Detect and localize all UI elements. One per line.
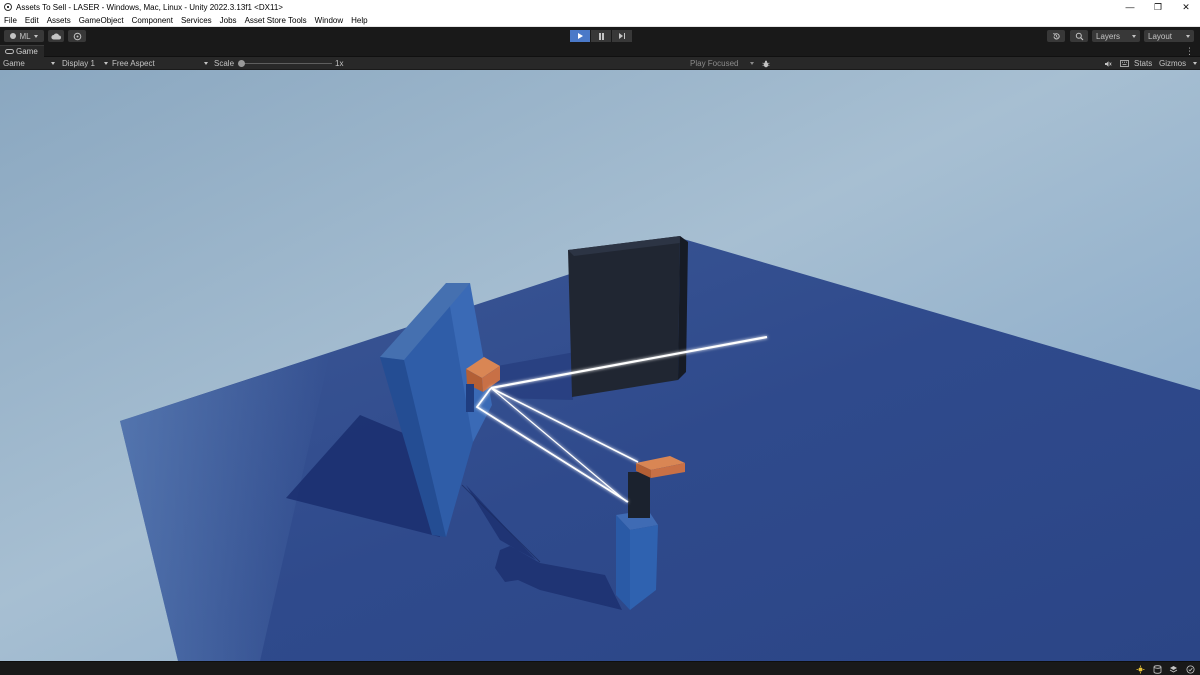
chevron-down-icon [1186, 34, 1190, 38]
gamepad-icon [5, 49, 14, 54]
account-icon [10, 33, 17, 39]
main-toolbar: ML Layers Layout [0, 27, 1200, 45]
display-label: Display 1 [62, 59, 95, 68]
game-tab-header: Game ⋮ [0, 45, 1200, 57]
gizmos-dropdown[interactable]: Gizmos [1159, 57, 1197, 70]
layers-label: Layers [1096, 31, 1121, 41]
cloud-icon [51, 32, 61, 39]
stats-button[interactable]: Stats [1134, 57, 1152, 70]
view-mode-label: Game [3, 59, 25, 68]
keyboard-icon [1119, 60, 1129, 67]
chevron-down-icon [750, 62, 754, 65]
search-icon [1075, 32, 1083, 40]
menu-jobs[interactable]: Jobs [216, 14, 241, 27]
play-mode-dropdown[interactable]: Play Focused [690, 57, 754, 70]
scale-slider-handle[interactable] [238, 60, 245, 67]
game-viewport[interactable] [0, 70, 1200, 661]
menu-gameobject[interactable]: GameObject [75, 14, 128, 27]
menu-window[interactable]: Window [311, 14, 347, 27]
menu-assets[interactable]: Assets [43, 14, 75, 27]
debug-bug-button[interactable] [760, 57, 772, 70]
bug-icon [762, 60, 770, 67]
scale-value: 1x [335, 59, 344, 68]
account-label: ML [19, 31, 31, 41]
menu-services[interactable]: Services [177, 14, 216, 27]
view-mode-dropdown[interactable]: Game [3, 57, 55, 70]
search-button[interactable] [1070, 30, 1088, 42]
layers-dropdown[interactable]: Layers [1092, 30, 1140, 42]
lighting-bake-icon[interactable] [1136, 665, 1145, 674]
menu-asset-store-tools[interactable]: Asset Store Tools [241, 14, 311, 27]
game-scene [0, 70, 1200, 661]
scale-slider-track[interactable] [242, 63, 332, 64]
menu-help[interactable]: Help [347, 14, 371, 27]
checkmark-circle-icon[interactable] [1186, 665, 1195, 674]
window-title: Assets To Sell - LASER - Windows, Mac, L… [16, 2, 283, 12]
menu-component[interactable]: Component [128, 14, 177, 27]
aspect-label: Free Aspect [112, 59, 155, 68]
window-title-bar: Assets To Sell - LASER - Windows, Mac, L… [0, 0, 1200, 14]
pillar-left [616, 515, 630, 610]
close-button[interactable]: ✕ [1172, 0, 1200, 14]
chevron-down-icon [1132, 34, 1136, 38]
chevron-down-icon [1193, 62, 1197, 65]
receiver-stem [628, 472, 650, 518]
status-bar [0, 661, 1200, 675]
history-circle-icon [73, 32, 81, 40]
dark-block-front [568, 236, 680, 397]
layout-dropdown[interactable]: Layout [1144, 30, 1194, 42]
play-icon [577, 33, 583, 39]
menu-file[interactable]: File [0, 14, 21, 27]
chevron-down-icon [204, 62, 208, 65]
chevron-down-icon [33, 34, 38, 38]
account-button[interactable]: ML [4, 30, 44, 42]
chevron-down-icon [104, 62, 108, 65]
play-mode-label: Play Focused [690, 59, 739, 68]
pause-button[interactable] [591, 30, 611, 42]
step-icon [619, 33, 625, 39]
play-button[interactable] [570, 30, 590, 42]
window-controls: — ❐ ✕ [1116, 0, 1200, 14]
minimize-button[interactable]: — [1116, 0, 1144, 14]
undo-history-button[interactable] [1047, 30, 1065, 42]
layout-label: Layout [1148, 31, 1173, 41]
restore-button[interactable]: ❐ [1144, 0, 1172, 14]
menu-bar: File Edit Assets GameObject Component Se… [0, 14, 1200, 27]
cloud-button[interactable] [48, 30, 64, 42]
more-options-icon[interactable]: ⋮ [1185, 46, 1194, 57]
collab-button[interactable] [68, 30, 86, 42]
chevron-down-icon [51, 62, 55, 65]
aspect-dropdown[interactable]: Free Aspect [112, 57, 208, 70]
cache-server-icon[interactable] [1153, 665, 1162, 674]
emitter-mount [466, 384, 474, 412]
step-button[interactable] [612, 30, 632, 42]
shortcuts-button[interactable] [1118, 57, 1130, 70]
mute-audio-button[interactable] [1102, 57, 1114, 70]
tab-game-label: Game [16, 47, 38, 56]
gizmos-label: Gizmos [1159, 59, 1187, 68]
pause-icon [598, 32, 604, 40]
game-view-controls: Game Display 1 Free Aspect Scale 1x Play… [0, 57, 1200, 70]
tab-game[interactable]: Game [0, 45, 44, 57]
unity-logo-icon [4, 3, 12, 11]
menu-edit[interactable]: Edit [21, 14, 43, 27]
play-controls [570, 30, 633, 42]
layers-stack-icon[interactable] [1169, 665, 1178, 674]
display-dropdown[interactable]: Display 1 [62, 57, 108, 70]
scale-label: Scale [214, 59, 235, 68]
undo-history-icon [1052, 32, 1060, 39]
speaker-icon [1105, 60, 1112, 67]
